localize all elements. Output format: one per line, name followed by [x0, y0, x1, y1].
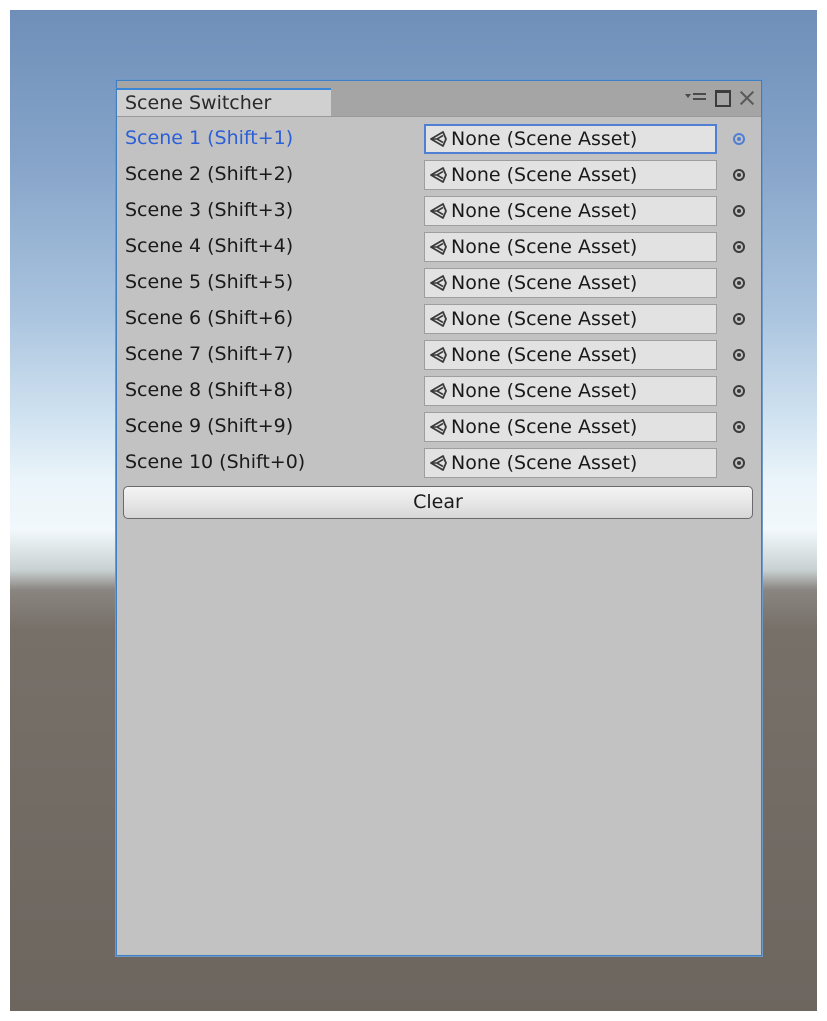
scene-row: Scene 5 (Shift+5) None (Scene Asset): [117, 266, 761, 302]
unity-scene-icon: [430, 311, 447, 327]
unity-scene-icon: [430, 131, 447, 147]
scene-label: Scene 2 (Shift+2): [125, 163, 294, 185]
panel-menu-icon[interactable]: [685, 91, 707, 105]
scene-row: Scene 1 (Shift+1) None (Scene Asset): [117, 122, 761, 158]
unity-scene-icon: [430, 167, 447, 183]
scene-row: Scene 4 (Shift+4) None (Scene Asset): [117, 230, 761, 266]
scene-asset-field[interactable]: None (Scene Asset): [424, 160, 717, 190]
object-picker-icon[interactable]: [733, 385, 745, 397]
object-picker-icon[interactable]: [733, 349, 745, 361]
object-picker-icon[interactable]: [733, 169, 745, 181]
object-picker-icon[interactable]: [733, 421, 745, 433]
object-picker-icon[interactable]: [733, 457, 745, 469]
unity-scene-icon: [430, 275, 447, 291]
scene-asset-value: None (Scene Asset): [451, 380, 638, 402]
scene-asset-value: None (Scene Asset): [451, 452, 638, 474]
scene-row: Scene 3 (Shift+3) None (Scene Asset): [117, 194, 761, 230]
scene-asset-value: None (Scene Asset): [451, 200, 638, 222]
unity-scene-icon: [430, 383, 447, 399]
unity-scene-icon: [430, 347, 447, 363]
maximize-icon[interactable]: [715, 89, 731, 107]
scene-asset-field[interactable]: None (Scene Asset): [424, 232, 717, 262]
scene-asset-field[interactable]: None (Scene Asset): [424, 196, 717, 226]
close-icon[interactable]: [739, 90, 755, 106]
scene-asset-field[interactable]: None (Scene Asset): [424, 448, 717, 478]
scene-label: Scene 1 (Shift+1): [125, 127, 294, 149]
object-picker-icon[interactable]: [733, 133, 745, 145]
scene-label: Scene 3 (Shift+3): [125, 199, 294, 221]
scene-asset-value: None (Scene Asset): [451, 416, 638, 438]
scene-switcher-window: Scene Switcher Scene 1 (Shift+1) None (Sc…: [116, 80, 762, 956]
scene-asset-field[interactable]: None (Scene Asset): [424, 124, 717, 154]
scene-view-background: Scene Switcher Scene 1 (Shift+1) None (Sc…: [10, 10, 817, 1011]
scene-asset-value: None (Scene Asset): [451, 344, 638, 366]
unity-scene-icon: [430, 239, 447, 255]
object-picker-icon[interactable]: [733, 205, 745, 217]
unity-scene-icon: [430, 419, 447, 435]
window-controls: [685, 87, 755, 109]
scene-label: Scene 8 (Shift+8): [125, 379, 294, 401]
object-picker-icon[interactable]: [733, 241, 745, 253]
scene-label: Scene 7 (Shift+7): [125, 343, 294, 365]
scene-row: Scene 7 (Shift+7) None (Scene Asset): [117, 338, 761, 374]
clear-button[interactable]: Clear: [123, 486, 753, 519]
scene-label: Scene 4 (Shift+4): [125, 235, 294, 257]
scene-list: Scene 1 (Shift+1) None (Scene Asset) Scene…: [117, 122, 761, 482]
scene-asset-value: None (Scene Asset): [451, 272, 638, 294]
scene-label: Scene 5 (Shift+5): [125, 271, 294, 293]
scene-label: Scene 6 (Shift+6): [125, 307, 294, 329]
scene-asset-field[interactable]: None (Scene Asset): [424, 304, 717, 334]
scene-asset-value: None (Scene Asset): [451, 308, 638, 330]
window-titlebar: Scene Switcher: [117, 81, 761, 117]
object-picker-icon[interactable]: [733, 277, 745, 289]
scene-row: Scene 10 (Shift+0) None (Scene Asset): [117, 446, 761, 482]
unity-scene-icon: [430, 203, 447, 219]
scene-label: Scene 10 (Shift+0): [125, 451, 306, 473]
tab-scene-switcher[interactable]: Scene Switcher: [117, 88, 331, 116]
unity-scene-icon: [430, 455, 447, 471]
scene-row: Scene 6 (Shift+6) None (Scene Asset): [117, 302, 761, 338]
scene-row: Scene 2 (Shift+2) None (Scene Asset): [117, 158, 761, 194]
scene-label: Scene 9 (Shift+9): [125, 415, 294, 437]
scene-asset-value: None (Scene Asset): [451, 236, 638, 258]
object-picker-icon[interactable]: [733, 313, 745, 325]
scene-asset-value: None (Scene Asset): [451, 164, 638, 186]
scene-asset-field[interactable]: None (Scene Asset): [424, 268, 717, 298]
scene-asset-field[interactable]: None (Scene Asset): [424, 340, 717, 370]
scene-asset-field[interactable]: None (Scene Asset): [424, 376, 717, 406]
scene-asset-value: None (Scene Asset): [451, 128, 638, 150]
scene-asset-field[interactable]: None (Scene Asset): [424, 412, 717, 442]
scene-row: Scene 9 (Shift+9) None (Scene Asset): [117, 410, 761, 446]
scene-row: Scene 8 (Shift+8) None (Scene Asset): [117, 374, 761, 410]
